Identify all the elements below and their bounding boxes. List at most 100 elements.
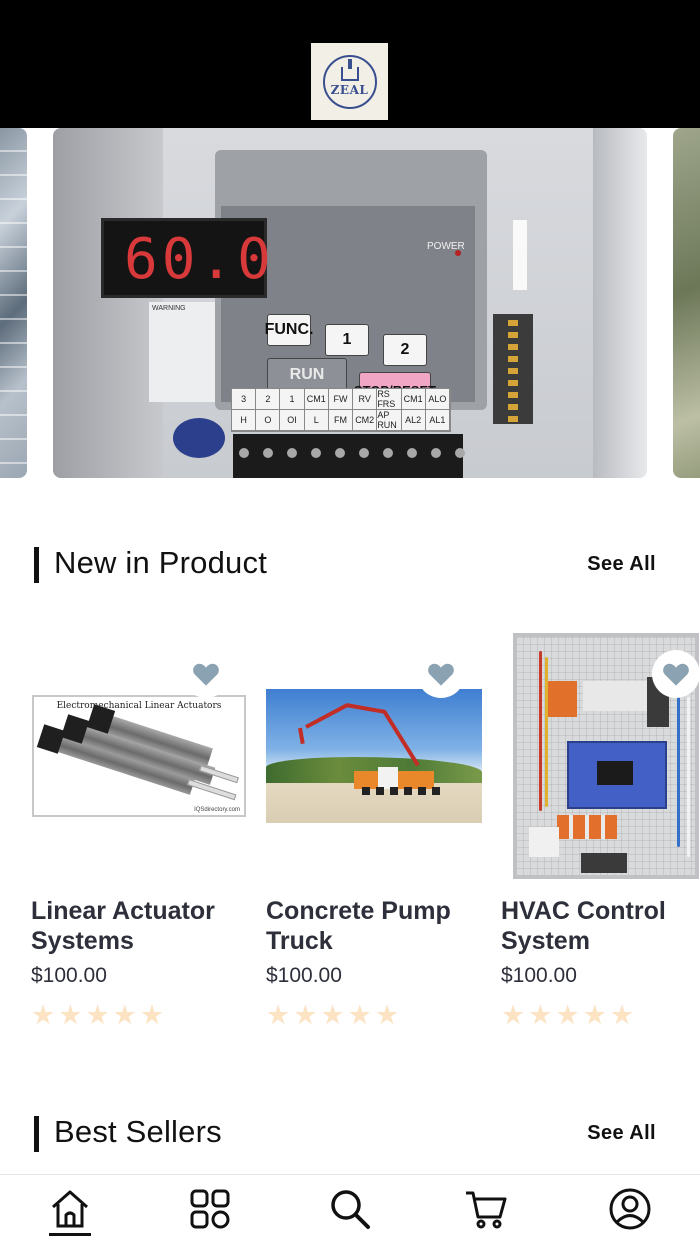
star-icon: ★ bbox=[555, 1000, 580, 1030]
terminal-label: AL1 bbox=[426, 410, 450, 430]
star-icon: ★ bbox=[528, 1000, 553, 1030]
blue-capacitor bbox=[173, 418, 225, 458]
banner-carousel[interactable]: 60.0 POWER FUNC. 1 2 RUN STOP/RESET WARN… bbox=[0, 128, 700, 480]
star-icon: ★ bbox=[293, 1000, 318, 1030]
star-icon: ★ bbox=[85, 1000, 110, 1030]
nav-profile[interactable] bbox=[606, 1185, 654, 1233]
terminal-label: AL2 bbox=[402, 410, 426, 430]
new-in-product-header: New in Product See All bbox=[34, 545, 664, 583]
see-all-best-sellers-link[interactable]: See All bbox=[587, 1122, 656, 1145]
star-icon: ★ bbox=[582, 1000, 607, 1030]
banner-slide-trees[interactable] bbox=[673, 128, 700, 478]
zeal-logo[interactable]: ZEAL bbox=[311, 43, 388, 120]
heart-icon bbox=[193, 663, 219, 686]
terminal-label: ALO bbox=[426, 389, 450, 409]
terminal-row-2: H O OI L FM CM2 AP RUN AL2 AL1 bbox=[232, 410, 450, 431]
product-card[interactable]: HVAC Control System $100.00 ★ ★ ★ ★ ★ bbox=[501, 630, 700, 1029]
image-source: IQSdirectory.com bbox=[194, 807, 240, 813]
product-title[interactable]: Concrete Pump Truck bbox=[266, 896, 482, 956]
terminal-labels: 3 2 1 CM1 FW RV RS FRS CM1 ALO H O OI L … bbox=[231, 388, 451, 432]
favorite-button[interactable] bbox=[417, 650, 465, 698]
device-side bbox=[53, 128, 163, 478]
terminal-row-1: 3 2 1 CM1 FW RV RS FRS CM1 ALO bbox=[232, 389, 450, 410]
warning-label: WARNING bbox=[149, 302, 215, 402]
terminal-label: AP RUN bbox=[377, 410, 402, 430]
banner-slide-solar-panels[interactable] bbox=[0, 128, 27, 478]
terminal-label: 3 bbox=[232, 389, 257, 409]
categories-icon bbox=[190, 1189, 230, 1229]
bottom-navigation bbox=[0, 1174, 700, 1244]
terminal-label: RV bbox=[353, 389, 378, 409]
terminal-label: CM1 bbox=[402, 389, 426, 409]
logo-emblem: ZEAL bbox=[322, 54, 377, 109]
image-caption: Electromechanical Linear Actuators bbox=[56, 701, 222, 711]
favorite-button[interactable] bbox=[182, 650, 230, 698]
logo-text: ZEAL bbox=[330, 82, 369, 97]
star-icon: ★ bbox=[139, 1000, 165, 1030]
terminal-screws bbox=[233, 434, 465, 478]
banner-slide-inverter[interactable]: 60.0 POWER FUNC. 1 2 RUN STOP/RESET WARN… bbox=[53, 128, 647, 478]
star-icon: ★ bbox=[31, 1000, 56, 1030]
device-right-panel bbox=[593, 128, 647, 478]
nav-categories[interactable] bbox=[186, 1185, 234, 1233]
inverter-display: 60.0 bbox=[101, 218, 271, 298]
heart-icon bbox=[663, 663, 689, 686]
home-icon bbox=[52, 1190, 88, 1228]
star-icon: ★ bbox=[501, 1000, 526, 1030]
product-card[interactable]: Concrete Pump Truck $100.00 ★ ★ ★ ★ ★ bbox=[266, 630, 482, 1029]
product-price: $100.00 bbox=[266, 964, 342, 987]
heart-icon bbox=[428, 663, 454, 686]
logo-mark-icon bbox=[340, 58, 359, 81]
down-key-label: 2 bbox=[400, 341, 410, 358]
concrete-pump-truck-image bbox=[266, 689, 482, 823]
cart-icon bbox=[466, 1191, 507, 1229]
app-header: ZEAL bbox=[0, 0, 700, 128]
terminal-label: CM2 bbox=[353, 410, 378, 430]
power-led bbox=[455, 250, 461, 256]
nav-search[interactable] bbox=[326, 1185, 374, 1233]
best-sellers-header: Best Sellers See All bbox=[34, 1114, 664, 1152]
terminal-label: O bbox=[256, 410, 281, 430]
rating-stars: ★ ★ ★ ★ ★ bbox=[266, 1002, 482, 1029]
device-sticker bbox=[513, 220, 527, 290]
product-price: $100.00 bbox=[31, 964, 107, 987]
active-tab-indicator bbox=[49, 1233, 91, 1236]
section-title: Best Sellers bbox=[54, 1114, 222, 1149]
terminal-block bbox=[493, 314, 533, 424]
profile-icon bbox=[609, 1188, 651, 1230]
new-products-list: Electromechanical Linear Actuators IQSdi… bbox=[0, 630, 700, 1050]
linear-actuator-image: Electromechanical Linear Actuators IQSdi… bbox=[32, 695, 246, 817]
up-key: 1 bbox=[325, 324, 369, 356]
star-icon: ★ bbox=[609, 1000, 635, 1030]
favorite-button[interactable] bbox=[652, 650, 700, 698]
terminal-label: FM bbox=[329, 410, 354, 430]
up-key-label: 1 bbox=[342, 331, 352, 348]
terminal-label: RS FRS bbox=[377, 389, 402, 409]
terminal-label: CM1 bbox=[305, 389, 329, 409]
product-price: $100.00 bbox=[501, 964, 577, 987]
terminal-label: 2 bbox=[256, 389, 281, 409]
see-all-new-products-link[interactable]: See All bbox=[587, 553, 656, 576]
display-readout: 60.0 bbox=[124, 227, 275, 292]
star-icon: ★ bbox=[112, 1000, 137, 1030]
down-key: 2 bbox=[383, 334, 427, 366]
star-icon: ★ bbox=[347, 1000, 372, 1030]
search-icon bbox=[331, 1190, 370, 1229]
terminal-label: FW bbox=[329, 389, 354, 409]
hvac-controller bbox=[567, 741, 667, 809]
star-icon: ★ bbox=[266, 1000, 291, 1030]
product-title[interactable]: Linear Actuator Systems bbox=[31, 896, 247, 956]
nav-home[interactable] bbox=[46, 1185, 94, 1233]
run-key: RUN bbox=[267, 358, 347, 392]
nav-cart[interactable] bbox=[462, 1185, 510, 1233]
rating-stars: ★ ★ ★ ★ ★ bbox=[31, 1002, 247, 1029]
terminal-label: 1 bbox=[280, 389, 305, 409]
rating-stars: ★ ★ ★ ★ ★ bbox=[501, 1002, 700, 1029]
section-accent-bar bbox=[34, 547, 39, 583]
product-title[interactable]: HVAC Control System bbox=[501, 896, 700, 956]
terminal-label: H bbox=[232, 410, 257, 430]
func-key: FUNC. bbox=[265, 314, 313, 346]
product-card[interactable]: Electromechanical Linear Actuators IQSdi… bbox=[31, 630, 247, 1029]
terminal-label: L bbox=[305, 410, 329, 430]
section-accent-bar bbox=[34, 1116, 39, 1152]
